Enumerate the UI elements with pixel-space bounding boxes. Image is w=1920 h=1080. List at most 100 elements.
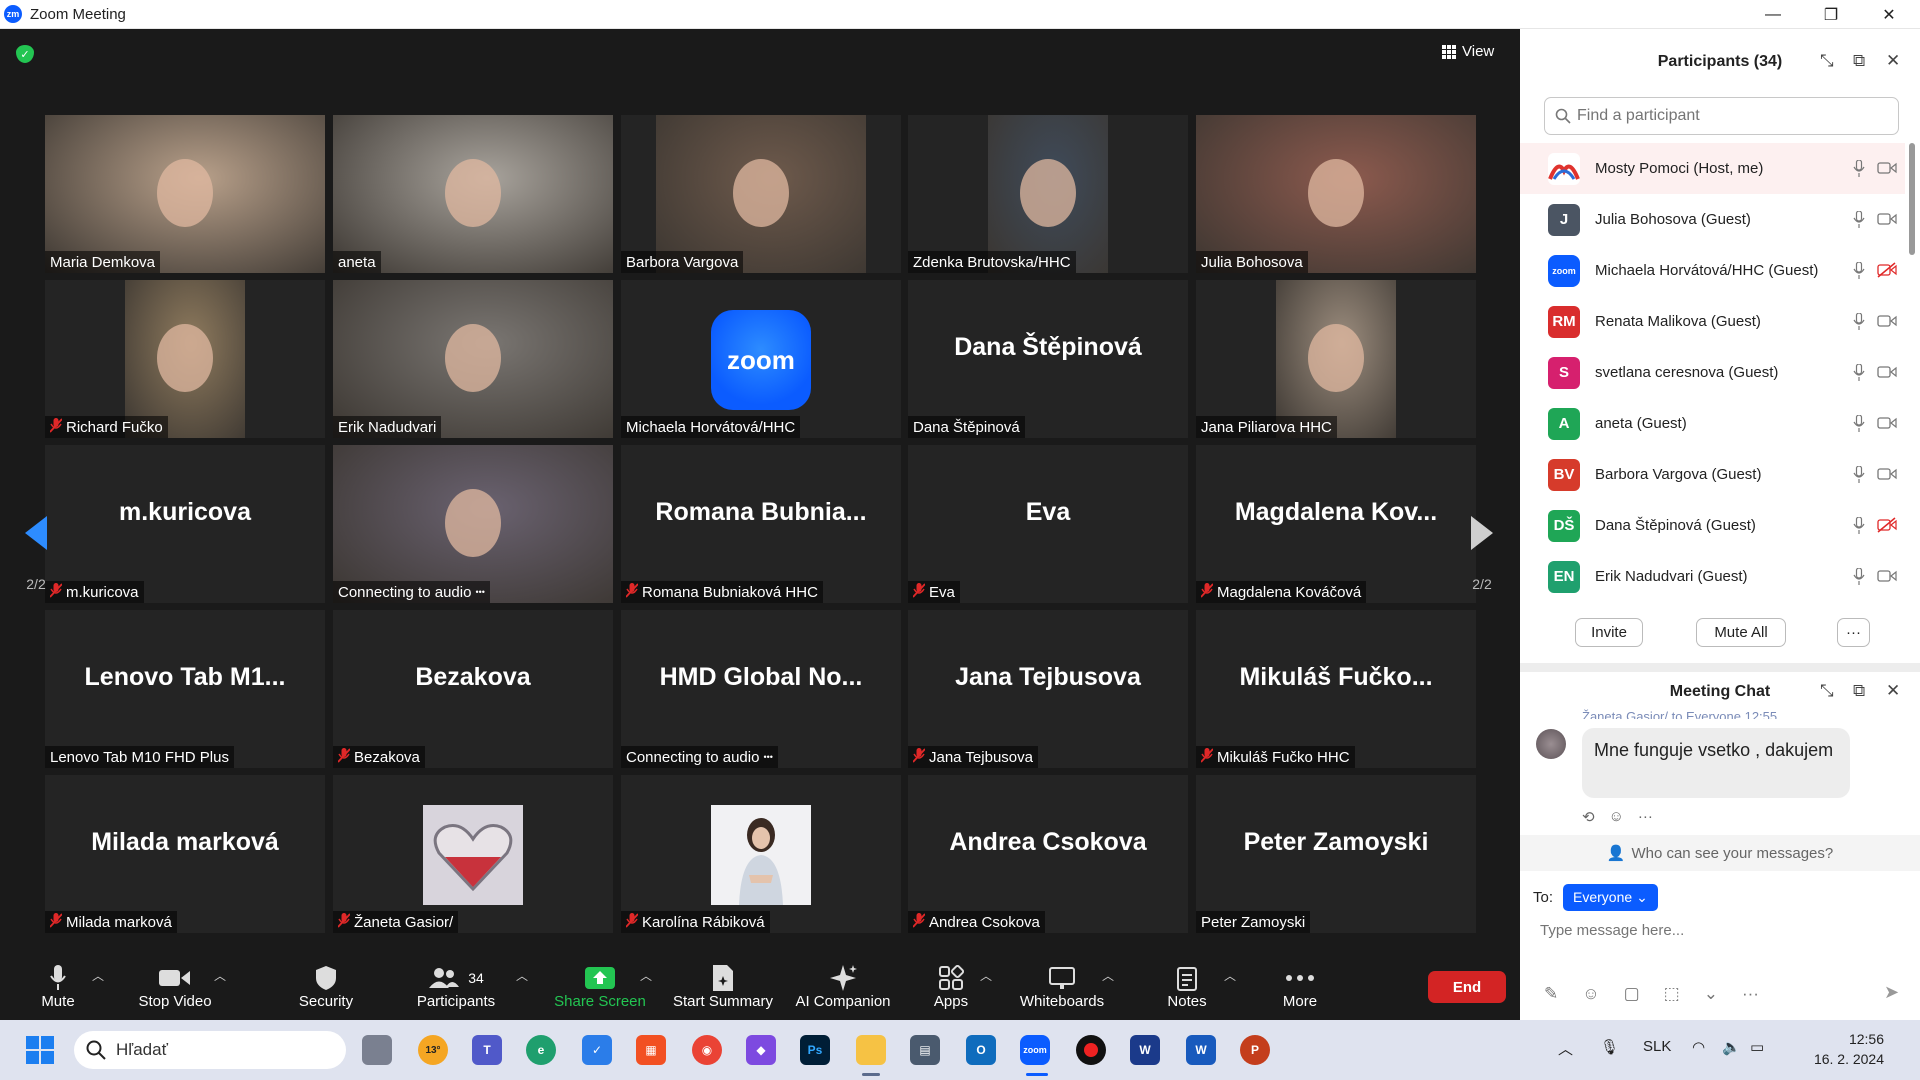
- message-more-icon[interactable]: ···: [1638, 808, 1653, 826]
- notes-button[interactable]: Notes: [1162, 953, 1212, 1020]
- format-text-icon[interactable]: ✎: [1544, 984, 1558, 1004]
- chrome-icon[interactable]: ◉: [692, 1035, 722, 1065]
- participants-options-caret-icon[interactable]: ︿: [516, 967, 528, 984]
- microphone-icon[interactable]: [1853, 517, 1865, 534]
- tray-microphone-icon[interactable]: 🎙: [1600, 1038, 1619, 1056]
- calculator-icon[interactable]: ▤: [910, 1035, 940, 1065]
- participant-tile[interactable]: aneta: [333, 115, 613, 273]
- participant-tile[interactable]: Jana Tejbusova Jana Tejbusova: [908, 610, 1188, 768]
- security-button[interactable]: Security: [292, 953, 360, 1020]
- microphone-icon[interactable]: [1853, 160, 1865, 177]
- file-explorer-icon[interactable]: [856, 1035, 886, 1065]
- todo-icon[interactable]: ✓: [582, 1035, 612, 1065]
- participants-button[interactable]: 34 Participants: [410, 953, 502, 1020]
- video-camera-icon[interactable]: [1877, 160, 1897, 176]
- video-off-icon[interactable]: [1877, 517, 1897, 533]
- security-shield-icon[interactable]: ✓: [16, 45, 34, 63]
- volume-icon[interactable]: 🔈: [1722, 1038, 1741, 1056]
- invite-button[interactable]: Invite: [1575, 618, 1643, 647]
- video-camera-icon[interactable]: [1877, 466, 1897, 482]
- close-participants-icon[interactable]: ✕: [1886, 51, 1900, 71]
- participant-tile[interactable]: Lenovo Tab M1... Lenovo Tab M10 FHD Plus: [45, 610, 325, 768]
- previous-page-button[interactable]: 2/2: [18, 499, 54, 609]
- task-view-icon[interactable]: [362, 1035, 392, 1065]
- taskbar-clock[interactable]: 12:56 16. 2. 2024: [1802, 1029, 1884, 1069]
- participant-tile[interactable]: Andrea Csokova Andrea Csokova: [908, 775, 1188, 933]
- participants-more-button[interactable]: ···: [1837, 618, 1870, 647]
- apps-button[interactable]: Apps: [930, 953, 972, 1020]
- microphone-icon[interactable]: [1853, 415, 1865, 432]
- webex-icon[interactable]: W: [1130, 1035, 1160, 1065]
- reply-icon[interactable]: ⟲: [1582, 808, 1595, 826]
- video-camera-icon[interactable]: [1877, 364, 1897, 380]
- powerpoint-icon[interactable]: P: [1240, 1035, 1270, 1065]
- participant-tile[interactable]: Eva Eva: [908, 445, 1188, 603]
- word-icon[interactable]: W: [1186, 1035, 1216, 1065]
- emoji-reaction-icon[interactable]: ☺: [1609, 808, 1624, 826]
- end-meeting-button[interactable]: End: [1428, 971, 1506, 1003]
- microphone-icon[interactable]: [1853, 364, 1865, 381]
- participant-tile[interactable]: Zdenka Brutovska/HHC: [908, 115, 1188, 273]
- participant-list-item[interactable]: BV Barbora Vargova (Guest): [1520, 449, 1905, 500]
- participant-list-item[interactable]: zoom Michaela Horvátová/HHC (Guest): [1520, 245, 1905, 296]
- participant-list-item[interactable]: EN Erik Nadudvari (Guest): [1520, 551, 1905, 595]
- participant-list-item[interactable]: Mosty Pomoci (Host, me): [1520, 143, 1905, 194]
- zoom-taskbar-icon[interactable]: zoom: [1020, 1035, 1050, 1065]
- video-camera-icon[interactable]: [1877, 568, 1897, 584]
- popout-chat-icon[interactable]: ⧉: [1853, 681, 1865, 701]
- participant-tile[interactable]: Julia Bohosova: [1196, 115, 1476, 273]
- participant-tile[interactable]: Jana Piliarova HHC: [1196, 280, 1476, 438]
- windows-start-icon[interactable]: [26, 1036, 54, 1064]
- next-page-button[interactable]: 2/2: [1464, 499, 1500, 609]
- participant-search-input[interactable]: [1577, 107, 1877, 125]
- participant-tile[interactable]: Connecting to audio •••: [333, 445, 613, 603]
- file-icon[interactable]: ▢: [1624, 984, 1640, 1004]
- participant-tile[interactable]: m.kuricova m.kuricova: [45, 445, 325, 603]
- participant-list-item[interactable]: DŠ Dana Štěpinová (Guest): [1520, 500, 1905, 551]
- participant-tile[interactable]: Mikuláš Fučko... Mikuláš Fučko HHC: [1196, 610, 1476, 768]
- outlook-icon[interactable]: O: [966, 1035, 996, 1065]
- send-icon[interactable]: ➤: [1884, 982, 1899, 1003]
- participant-tile[interactable]: HMD Global No... Connecting to audio •••: [621, 610, 901, 768]
- photoshop-icon[interactable]: Ps: [800, 1035, 830, 1065]
- notes-options-caret-icon[interactable]: ︿: [1224, 967, 1236, 984]
- whiteboards-button[interactable]: Whiteboards: [1016, 953, 1108, 1020]
- participant-tile[interactable]: Maria Demkova: [45, 115, 325, 273]
- start-summary-button[interactable]: Start Summary: [670, 953, 776, 1020]
- close-window-button[interactable]: ✕: [1860, 0, 1918, 29]
- apps-options-caret-icon[interactable]: ︿: [980, 967, 992, 984]
- video-camera-icon[interactable]: [1877, 211, 1897, 227]
- participant-list-item[interactable]: J Julia Bohosova (Guest): [1520, 194, 1905, 245]
- participant-search[interactable]: [1544, 97, 1899, 135]
- ai-companion-button[interactable]: AI Companion: [792, 953, 894, 1020]
- microphone-icon[interactable]: [1853, 568, 1865, 585]
- participant-tile[interactable]: Richard Fučko: [45, 280, 325, 438]
- microphone-icon[interactable]: [1853, 466, 1865, 483]
- participant-list-item[interactable]: RM Renata Malikova (Guest): [1520, 296, 1905, 347]
- participant-tile[interactable]: Karolína Rábiková: [621, 775, 901, 933]
- copilot-icon[interactable]: ◆: [746, 1035, 776, 1065]
- audio-options-caret-icon[interactable]: ︿: [92, 967, 104, 984]
- chat-message-input[interactable]: [1540, 922, 1900, 939]
- collapse-chat-icon[interactable]: ⤡: [1820, 681, 1834, 701]
- who-can-see-button[interactable]: 👤 Who can see your messages?: [1520, 835, 1920, 871]
- participant-tile[interactable]: Milada marková Milada marková: [45, 775, 325, 933]
- microphone-icon[interactable]: [1853, 262, 1865, 279]
- emoji-icon[interactable]: ☺: [1582, 984, 1599, 1004]
- share-screen-button[interactable]: Share Screen: [554, 953, 646, 1020]
- microphone-icon[interactable]: [1853, 211, 1865, 228]
- edge-icon[interactable]: e: [526, 1035, 556, 1065]
- store-icon[interactable]: ▦: [636, 1035, 666, 1065]
- tray-overflow-icon[interactable]: ︿: [1558, 1038, 1573, 1059]
- record-icon[interactable]: [1076, 1035, 1106, 1065]
- participant-list-item[interactable]: Ssvetlana ceresnova (Guest): [1520, 347, 1905, 398]
- minimize-button[interactable]: —: [1744, 0, 1802, 29]
- video-off-icon[interactable]: [1877, 262, 1897, 278]
- restore-button[interactable]: ❐: [1802, 0, 1860, 29]
- weather-icon[interactable]: 13°: [418, 1035, 448, 1065]
- whiteboards-options-caret-icon[interactable]: ︿: [1102, 967, 1114, 984]
- participant-tile[interactable]: Bezakova Bezakova: [333, 610, 613, 768]
- chevron-down-icon[interactable]: ⌄: [1704, 984, 1718, 1004]
- participant-tile[interactable]: Magdalena Kov... Magdalena Kováčová: [1196, 445, 1476, 603]
- participant-tile[interactable]: Dana Štěpinová Dana Štěpinová: [908, 280, 1188, 438]
